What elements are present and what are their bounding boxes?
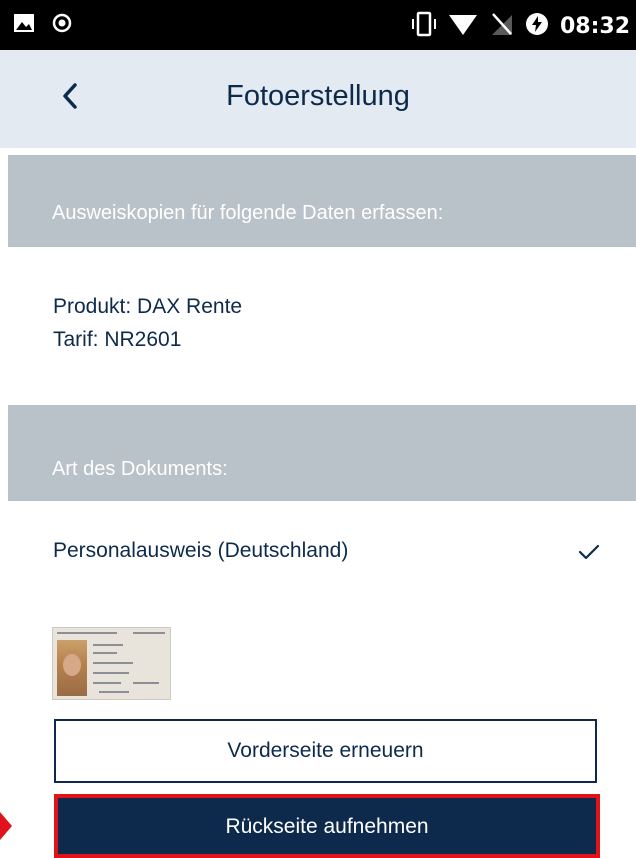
highlight-arrow-icon [0,812,12,840]
id-photo-face [63,654,81,676]
capture-section-header: Ausweiskopien für folgende Daten erfasse… [8,155,636,247]
id-card-front-thumbnail[interactable] [52,627,171,700]
capture-back-button[interactable]: Rückseite aufnehmen [54,794,600,858]
status-bar-left [12,11,74,39]
document-type-option[interactable]: Personalausweis (Deutschland) [0,530,636,574]
checkmark-icon [578,543,600,565]
location-target-icon [50,11,74,39]
app-header: Fotoerstellung [0,50,636,148]
id-line [93,682,121,684]
id-line [93,644,123,646]
tariff-text: Tarif: NR2601 [53,328,182,351]
product-text: Produkt: DAX Rente [53,295,243,318]
wifi-icon [448,11,478,41]
status-bar-right: 08:32 [410,11,630,41]
document-type-label: Personalausweis (Deutschland) [53,539,349,562]
document-type-section-header: Art des Dokuments: [8,405,636,501]
vibrate-icon [410,11,438,41]
renew-front-button[interactable]: Vorderseite erneuern [54,719,597,783]
data-saver-icon [524,11,550,41]
status-bar: 08:32 [0,0,636,50]
id-line [99,691,129,693]
id-line [93,652,117,654]
id-line [133,682,159,684]
page-title: Fotoerstellung [226,80,410,112]
id-line [93,662,133,664]
status-time: 08:32 [559,13,630,39]
image-icon [12,11,36,39]
id-line [133,632,165,634]
id-line [93,672,129,674]
id-line [57,632,117,634]
no-sim-icon [488,11,514,41]
